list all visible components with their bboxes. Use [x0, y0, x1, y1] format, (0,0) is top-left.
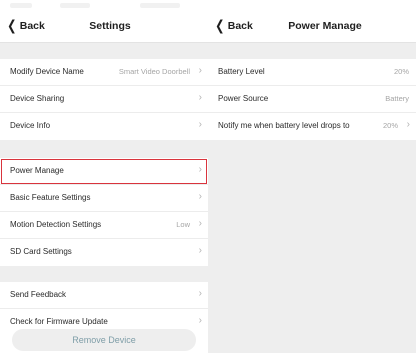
motion-sensitivity-value: Low: [176, 220, 190, 229]
power-info-group: Battery Level 20% Power Source Battery N…: [208, 59, 416, 140]
remove-device-bar: Remove Device: [0, 329, 208, 353]
device-info-row[interactable]: Device Info ›: [0, 113, 208, 140]
row-label: Send Feedback: [10, 290, 67, 299]
power-nav-bar: ❮ Back Power Manage: [208, 12, 416, 43]
row-label: Modify Device Name: [10, 67, 84, 76]
basic-feature-settings-row[interactable]: Basic Feature Settings ›: [0, 185, 208, 212]
back-label: Back: [19, 20, 45, 32]
status-bar: [208, 0, 416, 12]
power-manage-row[interactable]: Power Manage ›: [0, 158, 208, 185]
row-label: Device Sharing: [10, 94, 65, 103]
power-back-button[interactable]: ❮ Back: [214, 17, 253, 33]
chevron-right-icon: ›: [198, 288, 202, 299]
settings-screen: ❮ Back Settings Modify Device Name Smart …: [0, 0, 208, 353]
power-manage-screen: ❮ Back Power Manage Battery Level 20% Pow…: [208, 0, 416, 353]
chevron-right-icon: ›: [198, 245, 202, 256]
notify-threshold-value: 20%: [382, 121, 398, 130]
power-source-row: Power Source Battery: [208, 86, 416, 113]
chevron-right-icon: ›: [198, 65, 202, 76]
chevron-right-icon: ›: [198, 119, 202, 130]
chevron-left-icon: ❮: [215, 17, 225, 33]
battery-level-row: Battery Level 20%: [208, 59, 416, 86]
row-label: Basic Feature Settings: [10, 193, 91, 202]
device-sharing-row[interactable]: Device Sharing ›: [0, 86, 208, 113]
row-label: Motion Detection Settings: [10, 220, 102, 229]
page-title: Power Manage: [288, 20, 362, 32]
device-name-value: Smart Video Doorbell: [118, 67, 190, 76]
chevron-right-icon: ›: [198, 191, 202, 202]
chevron-right-icon: ›: [198, 315, 202, 326]
motion-detection-settings-row[interactable]: Motion Detection Settings Low ›: [0, 212, 208, 239]
chevron-right-icon: ›: [198, 92, 202, 103]
chevron-right-icon: ›: [198, 218, 202, 229]
low-battery-notify-row[interactable]: Notify me when battery level drops to 20…: [208, 113, 416, 140]
chevron-right-icon: ›: [198, 164, 202, 175]
row-label: Power Source: [218, 94, 269, 103]
send-feedback-row[interactable]: Send Feedback ›: [0, 282, 208, 309]
feature-settings-group: Power Manage › Basic Feature Settings › …: [0, 158, 208, 266]
settings-nav-bar: ❮ Back Settings: [0, 12, 208, 43]
chevron-left-icon: ❮: [7, 17, 17, 33]
support-group: Send Feedback › Check for Firmware Updat…: [0, 282, 208, 336]
back-label: Back: [227, 20, 253, 32]
settings-back-button[interactable]: ❮ Back: [6, 17, 45, 33]
row-label: Battery Level: [218, 67, 265, 76]
row-label: Power Manage: [10, 166, 64, 175]
battery-level-value: 20%: [393, 67, 409, 76]
row-label: Check for Firmware Update: [10, 317, 108, 326]
row-label: Notify me when battery level drops to: [218, 121, 350, 130]
power-source-value: Battery: [385, 94, 409, 103]
remove-device-button[interactable]: Remove Device: [12, 329, 196, 351]
chevron-right-icon: ›: [406, 119, 410, 130]
modify-device-name-row[interactable]: Modify Device Name Smart Video Doorbell …: [0, 59, 208, 86]
row-label: Device Info: [10, 121, 51, 130]
device-settings-group: Modify Device Name Smart Video Doorbell …: [0, 59, 208, 140]
status-bar: [0, 0, 208, 12]
sd-card-settings-row[interactable]: SD Card Settings ›: [0, 239, 208, 266]
row-label: SD Card Settings: [10, 247, 72, 256]
